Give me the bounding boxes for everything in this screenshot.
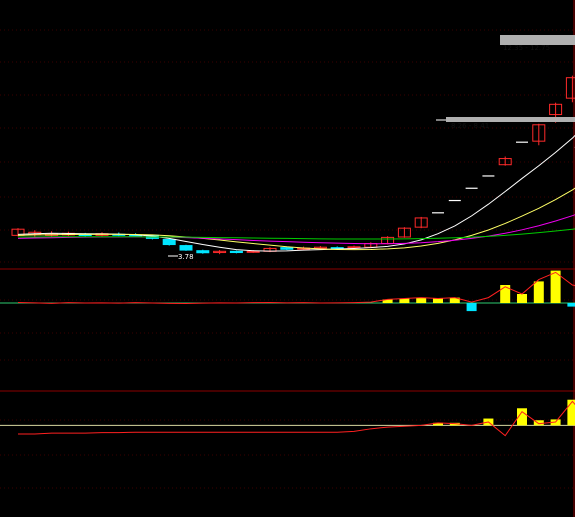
indicator-1-bar <box>433 298 443 303</box>
annotation-mid: 8.26 - 8.41 <box>451 122 489 130</box>
indicator-1-bar <box>500 285 511 303</box>
price-panel <box>11 75 575 255</box>
indicator-1-bar <box>517 294 527 303</box>
annotation-low: 3.78 <box>178 253 194 261</box>
annotation-high: 12.35 - 12.75 <box>503 44 550 52</box>
indicator-1-bar <box>533 281 544 303</box>
candle-bear <box>162 238 176 246</box>
indicator-1-line <box>17 271 575 305</box>
moving-average-line <box>18 228 575 240</box>
stock-chart: 12.35 - 12.75 8.26 - 8.41 3.78 <box>0 0 575 517</box>
moving-average-line <box>17 134 575 252</box>
indicator-panel-2 <box>0 399 575 437</box>
indicator-1-bar <box>416 297 427 303</box>
candle-bear <box>229 250 243 254</box>
indicator-panel-1 <box>0 270 575 312</box>
candle-bear <box>196 250 210 254</box>
panel-borders <box>0 0 575 517</box>
candle-bear <box>179 245 193 251</box>
indicator-1-bar <box>466 303 477 312</box>
candle-bull <box>347 246 361 249</box>
candle-bear <box>280 247 294 250</box>
price-annotations: 12.35 - 12.75 8.26 - 8.41 3.78 <box>168 35 575 261</box>
candle-bull <box>246 250 260 253</box>
indicator-2-line <box>18 400 575 437</box>
indicator-1-bar <box>567 303 575 307</box>
